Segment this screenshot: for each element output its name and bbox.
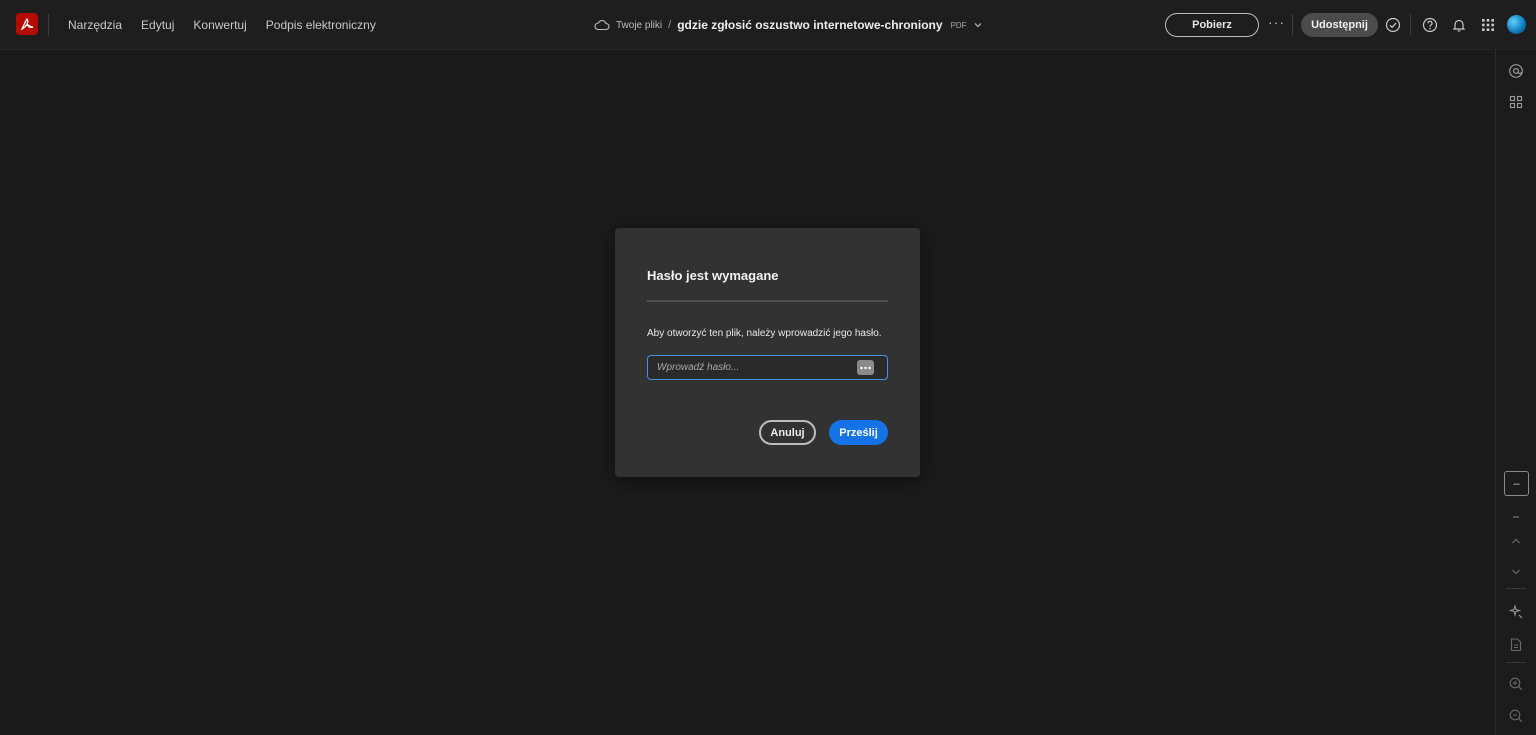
bell-icon[interactable]	[1451, 17, 1467, 33]
chevron-down-icon[interactable]	[973, 20, 983, 30]
file-name[interactable]: gdzie zgłosić oszustwo internetowe-chron…	[677, 18, 942, 32]
document-edit-icon[interactable]	[1508, 637, 1524, 653]
download-button[interactable]: Pobierz	[1165, 13, 1259, 37]
nav-edit[interactable]: Edytuj	[141, 18, 174, 32]
password-field[interactable]	[647, 355, 888, 380]
help-icon[interactable]	[1422, 17, 1438, 33]
password-dialog: Hasło jest wymagane Aby otworzyć ten pli…	[615, 228, 920, 477]
page-number-field[interactable]: –	[1504, 471, 1529, 496]
more-options-icon[interactable]: ···	[1268, 14, 1285, 30]
dialog-message: Aby otworzyć ten plik, należy wprowadzić…	[647, 328, 882, 339]
chevron-up-icon[interactable]	[1508, 533, 1524, 549]
rail-divider	[1506, 588, 1526, 589]
dialog-title: Hasło jest wymagane	[647, 268, 779, 283]
password-dots-icon[interactable]	[857, 360, 874, 375]
zoom-out-icon[interactable]	[1508, 708, 1524, 724]
breadcrumb-separator: /	[668, 19, 672, 31]
top-bar: Narzędzia Edytuj Konwertuj Podpis elektr…	[0, 0, 1536, 50]
submit-button[interactable]: Prześlij	[829, 420, 888, 445]
checkmark-circle-icon[interactable]	[1385, 17, 1401, 33]
share-button[interactable]: Udostępnij	[1301, 13, 1378, 37]
nav-convert[interactable]: Konwertuj	[193, 18, 246, 32]
file-type-badge: PDF	[950, 20, 967, 30]
magic-sparkle-icon[interactable]	[1508, 604, 1524, 620]
password-input[interactable]	[648, 356, 857, 379]
rail-divider	[1506, 662, 1526, 663]
main-nav: Narzędzia Edytuj Konwertuj Podpis elektr…	[68, 0, 376, 50]
logo-divider	[48, 14, 49, 36]
avatar[interactable]	[1507, 15, 1526, 34]
share-divider	[1292, 14, 1293, 36]
thumbnails-grid-icon[interactable]	[1508, 94, 1524, 110]
acrobat-glyph-icon	[20, 18, 34, 31]
icons-divider	[1410, 14, 1411, 36]
comment-mention-icon[interactable]	[1508, 63, 1524, 79]
breadcrumb-your-files[interactable]: Twoje pliki	[616, 20, 662, 31]
cloud-icon	[594, 20, 610, 31]
nav-e-signature[interactable]: Podpis elektroniczny	[266, 18, 376, 32]
page-count-dash-icon	[1513, 516, 1519, 518]
breadcrumb: Twoje pliki / gdzie zgłosić oszustwo int…	[594, 0, 983, 50]
dialog-divider	[647, 300, 888, 302]
cancel-button[interactable]: Anuluj	[759, 420, 816, 445]
nav-tools[interactable]: Narzędzia	[68, 18, 122, 32]
zoom-in-icon[interactable]	[1508, 676, 1524, 692]
apps-grid-icon[interactable]	[1480, 17, 1496, 33]
dots-glyph-icon	[860, 366, 871, 369]
right-toolbar: –	[1495, 50, 1536, 735]
chevron-down-icon[interactable]	[1508, 564, 1524, 580]
acrobat-logo-icon[interactable]	[16, 13, 38, 35]
